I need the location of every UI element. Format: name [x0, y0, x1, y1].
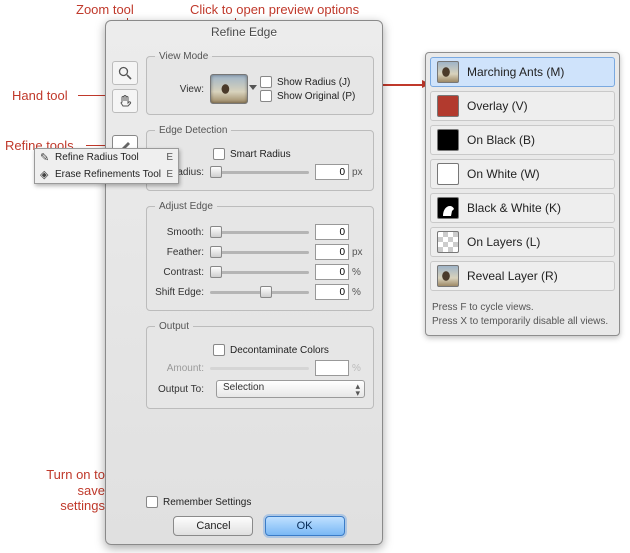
erase-refinements-tool-item[interactable]: ◈ Erase Refinements Tool E: [35, 166, 178, 183]
anno-zoom: Zoom tool: [76, 2, 134, 17]
preview-foot2: Press X to temporarily disable all views…: [432, 315, 613, 329]
dialog-title: Refine Edge: [106, 21, 382, 43]
feather-unit: px: [349, 247, 365, 258]
preview-option[interactable]: Marching Ants (M): [430, 57, 615, 87]
smooth-input[interactable]: [315, 224, 349, 240]
preview-thumb: [437, 61, 459, 83]
shortcut-key: E: [166, 152, 173, 163]
show-radius-label: Show Radius (J): [277, 77, 350, 88]
preview-option-label: Black & White (K): [467, 201, 561, 215]
adjust-edge-group: Adjust Edge Smooth: Feather: px Contrast…: [146, 201, 374, 311]
show-radius-checkbox[interactable]: [260, 76, 272, 88]
anno-preview: Click to open preview options: [190, 2, 359, 17]
preview-thumb: [437, 95, 459, 117]
decontaminate-checkbox[interactable]: [213, 344, 225, 356]
amount-input: [315, 360, 349, 376]
output-to-value: Selection: [223, 382, 264, 393]
view-label: View:: [155, 84, 210, 95]
output-group: Output Decontaminate Colors Amount: % Ou…: [146, 321, 374, 409]
preview-thumb: [437, 163, 459, 185]
show-original-checkbox[interactable]: [260, 90, 272, 102]
remember-checkbox[interactable]: [146, 496, 158, 508]
preview-option-label: Marching Ants (M): [467, 65, 564, 79]
eraser-icon: ◈: [40, 168, 55, 181]
view-mode-group: View Mode View: Show Radius (J) Show Ori…: [146, 51, 374, 115]
preview-option[interactable]: Black & White (K): [430, 193, 615, 223]
radius-slider[interactable]: [210, 166, 309, 178]
amount-label: Amount:: [155, 363, 210, 374]
preview-options-panel: Marching Ants (M) Overlay (V) On Black (B)…: [425, 52, 620, 336]
hand-tool-button[interactable]: [112, 89, 138, 113]
feather-label: Feather:: [155, 247, 210, 258]
feather-input[interactable]: [315, 244, 349, 260]
smart-radius-checkbox[interactable]: [213, 148, 225, 160]
preview-thumb: [437, 265, 459, 287]
preview-option-label: Overlay (V): [467, 99, 528, 113]
contrast-slider[interactable]: [210, 266, 309, 278]
ok-button[interactable]: OK: [265, 516, 345, 536]
edge-detection-legend: Edge Detection: [155, 125, 231, 136]
preview-thumb: [437, 129, 459, 151]
refine-edge-dialog: Refine Edge ◢ View Mode View: Sho: [105, 20, 383, 545]
shift-input[interactable]: [315, 284, 349, 300]
contrast-input[interactable]: [315, 264, 349, 280]
anno-hand: Hand tool: [12, 88, 68, 103]
shortcut-key: E: [166, 169, 173, 180]
show-original-label: Show Original (P): [277, 91, 355, 102]
contrast-label: Contrast:: [155, 267, 210, 278]
preview-option-label: Reveal Layer (R): [467, 269, 558, 283]
amount-slider: [210, 362, 309, 374]
view-mode-legend: View Mode: [155, 51, 212, 62]
refine-tools-popup: ✎ Refine Radius Tool E ◈ Erase Refinemen…: [34, 148, 179, 184]
shift-label: Shift Edge:: [155, 287, 210, 298]
feather-slider[interactable]: [210, 246, 309, 258]
shift-slider[interactable]: [210, 286, 309, 298]
view-swatch[interactable]: [210, 74, 248, 104]
preview-option[interactable]: On Black (B): [430, 125, 615, 155]
preview-option-label: On Layers (L): [467, 235, 540, 249]
preview-thumb: [437, 231, 459, 253]
zoom-tool-button[interactable]: [112, 61, 138, 85]
smooth-label: Smooth:: [155, 227, 210, 238]
stepper-icon: ▴▾: [355, 383, 360, 397]
preview-option[interactable]: On White (W): [430, 159, 615, 189]
anno-save: Turn on to save settings: [30, 467, 105, 514]
edge-detection-group: Edge Detection Smart Radius Radius: px: [146, 125, 374, 191]
hand-icon: [117, 93, 133, 109]
contrast-unit: %: [349, 267, 365, 278]
output-to-label: Output To:: [155, 384, 210, 395]
smart-radius-label: Smart Radius: [230, 149, 291, 160]
radius-unit: px: [349, 167, 365, 178]
preview-option-label: On White (W): [467, 167, 540, 181]
preview-thumb: [437, 197, 459, 219]
preview-option[interactable]: On Layers (L): [430, 227, 615, 257]
preview-option[interactable]: Overlay (V): [430, 91, 615, 121]
amount-unit: %: [349, 363, 365, 374]
preview-option-label: On Black (B): [467, 133, 535, 147]
output-legend: Output: [155, 321, 193, 332]
preview-foot1: Press F to cycle views.: [432, 301, 613, 315]
magnifier-icon: [117, 65, 133, 81]
chevron-down-icon: [249, 85, 257, 90]
shift-unit: %: [349, 287, 365, 298]
cancel-button[interactable]: Cancel: [173, 516, 253, 536]
preview-option[interactable]: Reveal Layer (R): [430, 261, 615, 291]
refine-radius-label: Refine Radius Tool: [55, 152, 166, 163]
erase-refinements-label: Erase Refinements Tool: [55, 169, 166, 180]
refine-radius-tool-item[interactable]: ✎ Refine Radius Tool E: [35, 149, 178, 166]
smooth-slider[interactable]: [210, 226, 309, 238]
output-to-select[interactable]: Selection ▴▾: [216, 380, 365, 398]
decontaminate-label: Decontaminate Colors: [230, 345, 329, 356]
radius-input[interactable]: [315, 164, 349, 180]
remember-label: Remember Settings: [163, 497, 251, 508]
brush-icon: ✎: [40, 151, 55, 164]
adjust-edge-legend: Adjust Edge: [155, 201, 217, 212]
